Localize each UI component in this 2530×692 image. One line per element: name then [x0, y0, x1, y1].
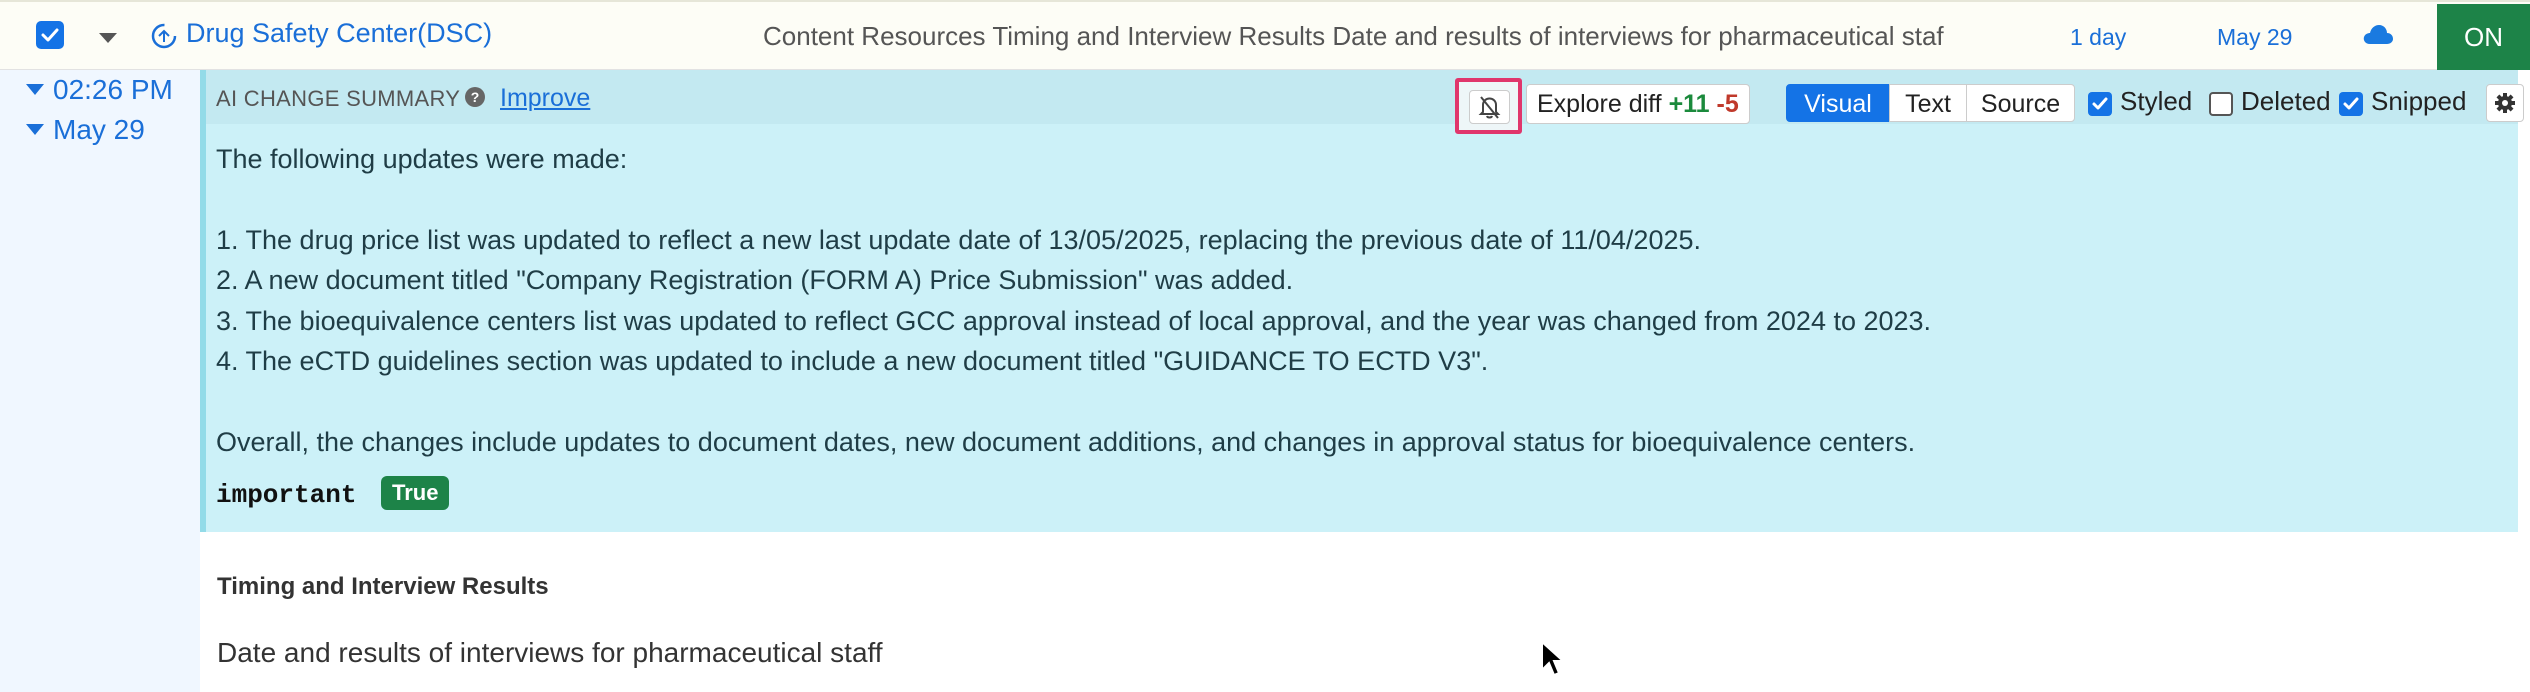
ai-change-summary-panel: AI CHANGE SUMMARY ? Improve Explore diff… — [200, 70, 2524, 532]
mouse-pointer-icon — [1541, 640, 1566, 677]
cloud-icon[interactable] — [2362, 22, 2394, 48]
deleted-label[interactable]: Deleted — [2241, 86, 2331, 117]
checkmark-icon — [2343, 97, 2359, 110]
checkmark-icon — [2092, 97, 2108, 110]
summary-conclusion: Overall, the changes include updates to … — [216, 427, 1916, 457]
monitor-row: Drug Safety Center(DSC) Content Resource… — [0, 0, 2530, 70]
time-collapse-caret-icon[interactable] — [26, 84, 44, 95]
explore-diff-label: Explore diff — [1537, 90, 1662, 118]
check-frequency[interactable]: 1 day — [2070, 24, 2126, 51]
added-count: +11 — [1668, 90, 1710, 118]
change-time[interactable]: 02:26 PM — [53, 74, 173, 106]
row-select-checkbox[interactable] — [36, 21, 64, 49]
deleted-checkbox[interactable] — [2209, 92, 2233, 116]
snipped-checkbox[interactable] — [2339, 92, 2363, 116]
important-badge: True — [381, 476, 450, 510]
mute-notifications-button[interactable] — [1455, 78, 1522, 134]
view-visual-button[interactable]: Visual — [1786, 84, 1890, 122]
summary-item-1: 1. The drug price list was updated to re… — [216, 225, 1701, 255]
site-logo-icon — [151, 23, 177, 49]
view-source-button[interactable]: Source — [1966, 84, 2075, 122]
row-expand-caret-icon[interactable] — [99, 33, 117, 43]
settings-button[interactable] — [2486, 84, 2524, 122]
date-collapse-caret-icon[interactable] — [26, 124, 44, 135]
content-text: Date and results of interviews for pharm… — [217, 637, 883, 668]
last-change-date[interactable]: May 29 — [2217, 24, 2292, 51]
page-content: Timing and Interview Results Date and re… — [200, 532, 2530, 692]
summary-intro: The following updates were made: — [216, 144, 628, 174]
summary-item-2: 2. A new document titled "Company Regist… — [216, 265, 1294, 295]
site-name-link[interactable]: Drug Safety Center(DSC) — [186, 18, 492, 49]
snipped-label[interactable]: Snipped — [2371, 86, 2466, 117]
content-heading: Timing and Interview Results — [217, 573, 549, 600]
checkmark-icon — [41, 28, 59, 42]
gear-icon — [2495, 93, 2515, 113]
important-key: important — [216, 480, 357, 510]
summary-item-4: 4. The eCTD guidelines section was updat… — [216, 346, 1489, 376]
styled-label[interactable]: Styled — [2120, 86, 2192, 117]
view-text-button[interactable]: Text — [1889, 84, 1967, 122]
timeline-column: 02:26 PM May 29 — [0, 70, 200, 692]
row-title[interactable]: Content Resources Timing and Interview R… — [763, 21, 2035, 52]
styled-checkbox[interactable] — [2088, 92, 2112, 116]
diff-toolbar: Explore diff +11 -5 Visual Text Source S… — [206, 78, 2524, 134]
monitor-on-toggle[interactable]: ON — [2437, 4, 2530, 70]
change-date[interactable]: May 29 — [53, 114, 145, 146]
explore-diff-button[interactable]: Explore diff +11 -5 — [1526, 84, 1750, 124]
summary-item-3: 3. The bioequivalence centers list was u… — [216, 306, 1932, 336]
mute-button-face — [1469, 90, 1510, 124]
removed-count: -5 — [1716, 90, 1739, 118]
bell-off-icon — [1478, 96, 1501, 119]
